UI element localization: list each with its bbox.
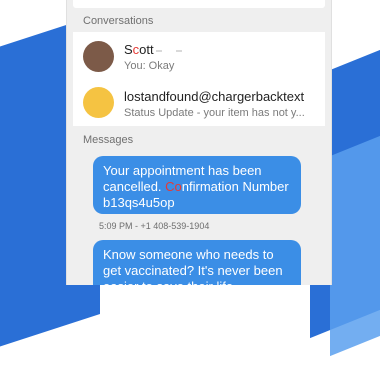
message-bubble[interactable]: Know someone who needs to get vaccinated… — [93, 240, 301, 285]
redaction-mark — [155, 49, 162, 52]
avatar — [83, 87, 114, 118]
conversation-item[interactable]: lostandfound@chargerbacktext Status Upda… — [73, 79, 325, 126]
avatar — [83, 41, 114, 72]
conversation-preview: Status Update - your item has not y... — [124, 107, 305, 119]
conversation-name: lostandfound@chargerbacktext — [124, 89, 305, 104]
top-card-edge — [73, 0, 325, 8]
phone-screen: Conversations Scott You: Okay lostandfou… — [66, 0, 332, 285]
redaction-mark — [175, 49, 182, 52]
messages-heading: Messages — [83, 134, 134, 146]
conversation-item[interactable]: Scott You: Okay — [73, 32, 325, 79]
conversations-heading: Conversations — [83, 15, 154, 27]
message-bubble[interactable]: Your appointment has been cancelled. Con… — [93, 156, 301, 214]
message-timestamp: 5:09 PM - +1 408-539-1904 — [99, 221, 210, 231]
background-light-shape-right — [330, 123, 380, 357]
conversations-list: Scott You: Okay lostandfound@chargerback… — [73, 32, 325, 126]
conversation-preview: You: Okay — [124, 60, 175, 72]
conversation-name: Scott — [124, 42, 182, 57]
